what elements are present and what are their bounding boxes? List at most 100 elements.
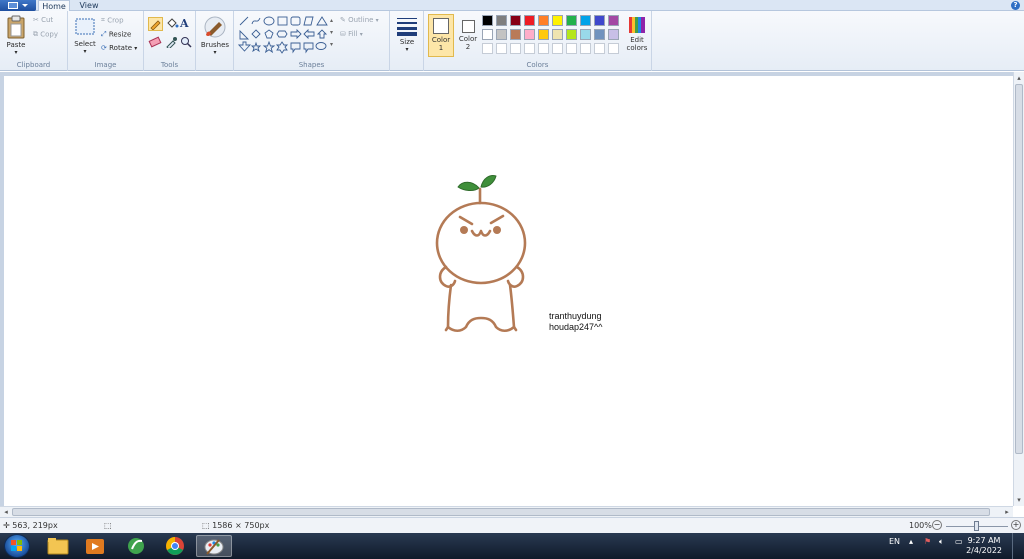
show-desktop-button[interactable] (1012, 533, 1024, 559)
edit-colors-button[interactable]: Edit colors (624, 14, 650, 57)
paint-icon (204, 539, 224, 555)
taskbar-green-app[interactable] (118, 535, 154, 557)
custom-color-swatch[interactable] (482, 43, 493, 54)
paste-button[interactable]: Paste ▾ (3, 15, 29, 56)
taskbar-chrome[interactable] (157, 535, 193, 557)
drawing-arm-right (506, 265, 525, 288)
palette-color-swatch[interactable] (510, 29, 521, 40)
color1-button[interactable]: Color 1 (428, 14, 454, 57)
taskbar-media-player[interactable] (77, 535, 113, 557)
zoom-out-button[interactable]: − (932, 520, 942, 530)
file-menu-button[interactable] (0, 0, 36, 11)
color2-label-line2: 2 (465, 43, 471, 51)
custom-color-swatch[interactable] (510, 43, 521, 54)
left-arrow-shape-icon (303, 28, 315, 40)
brushes-button[interactable]: Brushes ▾ (199, 15, 231, 56)
taskbar-clock[interactable]: 9:27 AM 2/4/2022 (966, 536, 1002, 556)
palette-color-swatch[interactable] (538, 29, 549, 40)
taskbar-paint[interactable] (196, 535, 232, 557)
palette-color-swatch[interactable] (580, 29, 591, 40)
drawing-canvas[interactable]: tranthuydung houdap247^^ (4, 76, 1013, 506)
scroll-up-icon[interactable]: ▴ (1014, 73, 1024, 83)
palette-color-swatch[interactable] (608, 29, 619, 40)
palette-color-swatch[interactable] (524, 15, 535, 26)
horizontal-scroll-thumb[interactable] (12, 508, 990, 516)
color2-swatch (461, 20, 475, 33)
custom-color-swatch[interactable] (496, 43, 507, 54)
rotate-button[interactable]: ⟳ Rotate ▾ (101, 44, 137, 52)
taskbar-explorer[interactable] (40, 535, 76, 557)
palette-color-swatch[interactable] (496, 15, 507, 26)
up-arrow-shape-icon (316, 29, 328, 39)
palette-color-swatch[interactable] (608, 15, 619, 26)
size-button[interactable]: Size ▾ (394, 16, 420, 53)
color-picker-tool[interactable] (165, 36, 180, 50)
start-button[interactable] (4, 534, 30, 558)
scroll-right-icon[interactable]: ▸ (1002, 507, 1012, 517)
pencil-tool[interactable] (148, 17, 163, 31)
green-app-icon (128, 538, 144, 554)
shapes-scroll[interactable]: ▴ ▾ ▾ (330, 15, 333, 51)
crop-button[interactable]: ⌗ Crop (101, 16, 124, 25)
action-center-icon[interactable]: ⚑ (924, 537, 931, 546)
custom-color-swatch[interactable] (580, 43, 591, 54)
palette-color-swatch[interactable] (496, 29, 507, 40)
volume-icon[interactable]: 🔈︎ (939, 537, 944, 547)
palette-color-swatch[interactable] (510, 15, 521, 26)
palette-color-swatch[interactable] (580, 15, 591, 26)
fill-button[interactable]: ⛁ Fill ▾ (340, 30, 363, 38)
palette-color-swatch[interactable] (538, 15, 549, 26)
custom-color-swatch[interactable] (594, 43, 605, 54)
drawing-foot-right (512, 325, 518, 332)
scroll-left-icon[interactable]: ◂ (1, 507, 11, 517)
cloud-callout-shape-icon (315, 42, 327, 50)
palette-color-swatch[interactable] (594, 29, 605, 40)
select-button[interactable]: Select ▾ (71, 16, 99, 55)
clock-date: 2/4/2022 (966, 546, 1002, 555)
custom-color-swatch[interactable] (524, 43, 535, 54)
custom-color-swatch[interactable] (538, 43, 549, 54)
scroll-down-icon[interactable]: ▾ (1014, 495, 1024, 505)
paste-icon (7, 15, 25, 39)
outline-button[interactable]: ✎ Outline ▾ (340, 16, 379, 24)
chevron-down-icon: ▾ (14, 49, 18, 56)
drawing-head (435, 201, 527, 285)
palette-color-swatch[interactable] (524, 29, 535, 40)
copy-button[interactable]: ⧉ Copy (33, 30, 58, 39)
color2-button[interactable]: Color 2 (456, 14, 480, 57)
image-size-text: 1586 × 750px (212, 521, 270, 530)
horizontal-scrollbar[interactable]: ◂ ▸ (0, 506, 1013, 517)
shapes-gallery[interactable] (238, 15, 334, 55)
vertical-scroll-thumb[interactable] (1015, 84, 1023, 454)
chevron-down-icon: ▾ (134, 45, 138, 52)
rotate-icon: ⟳ (101, 44, 107, 52)
help-button[interactable]: ? (1011, 1, 1020, 10)
palette-color-swatch[interactable] (594, 15, 605, 26)
vertical-scrollbar[interactable]: ▴ ▾ (1013, 72, 1024, 506)
show-hidden-icons[interactable]: ▴ (909, 537, 913, 546)
network-icon[interactable]: ▭ (955, 537, 963, 546)
eraser-tool[interactable] (148, 36, 163, 50)
palette-color-swatch[interactable] (566, 29, 577, 40)
palette-color-swatch[interactable] (566, 15, 577, 26)
custom-color-swatch[interactable] (552, 43, 563, 54)
palette-color-swatch[interactable] (482, 29, 493, 40)
language-indicator[interactable]: EN (889, 537, 900, 546)
custom-color-swatch[interactable] (608, 43, 619, 54)
brushes-label: Brushes (200, 41, 230, 49)
magnifier-tool[interactable] (180, 36, 194, 50)
pentagon-shape-icon (264, 29, 274, 39)
palette-color-swatch[interactable] (552, 29, 563, 40)
text-tool-icon[interactable]: A (180, 17, 194, 31)
fill-tool[interactable] (165, 17, 180, 31)
zoom-slider-thumb[interactable] (974, 521, 979, 531)
zoom-in-button[interactable]: + (1011, 520, 1021, 530)
color-palette (482, 15, 624, 57)
palette-color-swatch[interactable] (482, 15, 493, 26)
triangle-shape-icon (316, 16, 328, 26)
custom-color-swatch[interactable] (566, 43, 577, 54)
drawing-leaf-right (480, 175, 497, 188)
palette-color-swatch[interactable] (552, 15, 563, 26)
resize-button[interactable]: ⤢ Resize (101, 30, 131, 39)
cut-button[interactable]: ✂ Cut (33, 16, 53, 24)
